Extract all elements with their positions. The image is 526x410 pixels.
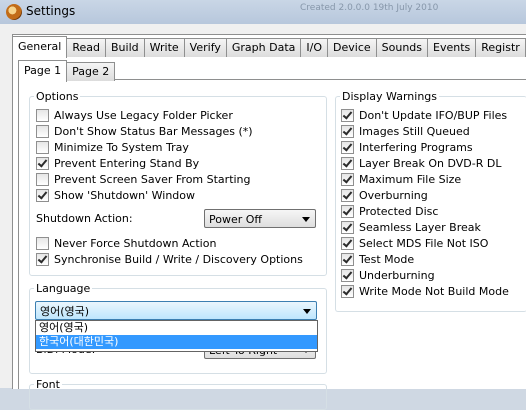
- checkbox-label: Never Force Shutdown Action: [54, 237, 217, 250]
- checkbox-box[interactable]: [341, 237, 354, 250]
- checkbox-label: Don't Show Status Bar Messages (*): [54, 125, 253, 138]
- tab-registr[interactable]: Registr: [475, 38, 526, 57]
- checkbox-label: Always Use Legacy Folder Picker: [54, 109, 233, 122]
- tab-verify[interactable]: Verify: [183, 38, 227, 57]
- subtab-page-1[interactable]: Page 1: [18, 60, 68, 82]
- checkbox-don-t-show-status-bar-messages[interactable]: Don't Show Status Bar Messages (*): [36, 125, 253, 138]
- language-dropdown-list: 영어(영국) 한국어(대한민국): [35, 320, 318, 352]
- checkbox-never-force-shutdown-action[interactable]: Never Force Shutdown Action: [36, 237, 216, 250]
- checkbox-always-use-legacy-folder-picker[interactable]: Always Use Legacy Folder Picker: [36, 109, 233, 122]
- checkbox-label: Interfering Programs: [359, 141, 473, 154]
- checkbox-label: Seamless Layer Break: [359, 221, 481, 234]
- checkbox-box[interactable]: [36, 173, 49, 186]
- checkbox-label: Test Mode: [359, 253, 415, 266]
- checkbox-box[interactable]: [341, 109, 354, 122]
- tab-sounds[interactable]: Sounds: [375, 38, 429, 57]
- tab-build[interactable]: Build: [105, 38, 145, 57]
- checkbox-minimize-to-system-tray[interactable]: Minimize To System Tray: [36, 141, 189, 154]
- checkbox-box[interactable]: [341, 125, 354, 138]
- checkbox-underburning[interactable]: Underburning: [341, 269, 435, 282]
- checkbox-box[interactable]: [341, 221, 354, 234]
- tab-i-o[interactable]: I/O: [300, 38, 329, 57]
- checkbox-interfering-programs[interactable]: Interfering Programs: [341, 141, 473, 154]
- checkbox-label: Maximum File Size: [359, 173, 462, 186]
- checkbox-show-shutdown-window[interactable]: Show 'Shutdown' Window: [36, 189, 195, 202]
- checkbox-label: Prevent Entering Stand By: [54, 157, 200, 170]
- checkbox-label: Write Mode Not Build Mode: [359, 285, 509, 298]
- display-warnings-legend: Display Warnings: [342, 90, 437, 103]
- tab-general[interactable]: General: [12, 36, 68, 58]
- checkbox-box[interactable]: [36, 157, 49, 170]
- shutdown-action-value: Power Off: [209, 213, 262, 226]
- checkbox-select-mds-file-not-iso[interactable]: Select MDS File Not ISO: [341, 237, 488, 250]
- checkbox-label: Synchronise Build / Write / Discovery Op…: [54, 253, 303, 266]
- title-bar: Settings Created 2.0.0.0 19th July 2010: [0, 0, 526, 24]
- tab-read[interactable]: Read: [66, 38, 106, 57]
- checkbox-don-t-update-ifo-bup-files[interactable]: Don't Update IFO/BUP Files: [341, 109, 507, 122]
- tab-write[interactable]: Write: [143, 38, 185, 57]
- checkbox-box[interactable]: [341, 253, 354, 266]
- checkbox-images-still-queued[interactable]: Images Still Queued: [341, 125, 470, 138]
- checkbox-box[interactable]: [36, 237, 49, 250]
- checkbox-label: Layer Break On DVD-R DL: [359, 157, 502, 170]
- checkbox-prevent-entering-stand-by[interactable]: Prevent Entering Stand By: [36, 157, 199, 170]
- sub-tab-strip: Page 1 Page 2: [18, 60, 116, 82]
- tab-events[interactable]: Events: [427, 38, 477, 57]
- checkbox-label: Show 'Shutdown' Window: [54, 189, 196, 202]
- main-tab-strip: General Read Build Write Verify Graph Data I/O…: [12, 36, 526, 58]
- checkbox-label: Underburning: [359, 269, 435, 282]
- language-option[interactable]: 한국어(대한민국): [36, 335, 317, 349]
- checkbox-box[interactable]: [36, 141, 49, 154]
- checkbox-label: Don't Update IFO/BUP Files: [359, 109, 508, 122]
- checkbox-label: Images Still Queued: [359, 125, 470, 138]
- tab-device[interactable]: Device: [327, 38, 377, 57]
- checkbox-label: Minimize To System Tray: [54, 141, 189, 154]
- checkbox-box[interactable]: [36, 253, 49, 266]
- checkbox-box[interactable]: [341, 141, 354, 154]
- checkbox-box[interactable]: [36, 109, 49, 122]
- language-option[interactable]: 영어(영국): [36, 321, 317, 335]
- language-select[interactable]: 영어(영국): [35, 301, 317, 320]
- app-logo-icon: [6, 4, 22, 20]
- checkbox-label: Select MDS File Not ISO: [359, 237, 489, 250]
- checkbox-layer-break-on-dvd-r-dl[interactable]: Layer Break On DVD-R DL: [341, 157, 501, 170]
- checkbox-write-mode-not-build-mode[interactable]: Write Mode Not Build Mode: [341, 285, 509, 298]
- subtab-page-2[interactable]: Page 2: [66, 62, 116, 81]
- checkbox-box[interactable]: [341, 157, 354, 170]
- checkbox-box[interactable]: [36, 125, 49, 138]
- language-legend: Language: [36, 282, 91, 295]
- checkbox-overburning[interactable]: Overburning: [341, 189, 428, 202]
- checkbox-seamless-layer-break[interactable]: Seamless Layer Break: [341, 221, 481, 234]
- checkbox-box[interactable]: [341, 269, 354, 282]
- checkbox-test-mode[interactable]: Test Mode: [341, 253, 414, 266]
- checkbox-maximum-file-size[interactable]: Maximum File Size: [341, 173, 461, 186]
- shutdown-action-select[interactable]: Power Off: [204, 209, 316, 228]
- checkbox-label: Overburning: [359, 189, 428, 202]
- font-legend: Font: [36, 378, 60, 391]
- font-group: Font: [29, 378, 327, 410]
- checkbox-prevent-screen-saver-from-starting[interactable]: Prevent Screen Saver From Starting: [36, 173, 251, 186]
- window-title: Settings: [26, 4, 76, 18]
- shutdown-action-label: Shutdown Action:: [36, 212, 133, 225]
- checkbox-box[interactable]: [341, 189, 354, 202]
- background-window-text: Created 2.0.0.0 19th July 2010: [300, 3, 439, 13]
- checkbox-box[interactable]: [36, 189, 49, 202]
- chevron-down-icon: [303, 309, 311, 314]
- checkbox-label: Protected Disc: [359, 205, 439, 218]
- checkbox-box[interactable]: [341, 205, 354, 218]
- checkbox-label: Prevent Screen Saver From Starting: [54, 173, 251, 186]
- checkbox-synchronise-build-write-discovery-options[interactable]: Synchronise Build / Write / Discovery Op…: [36, 253, 303, 266]
- chevron-down-icon: [302, 217, 310, 222]
- language-selected-value: 영어(영국): [40, 305, 90, 318]
- checkbox-box[interactable]: [341, 173, 354, 186]
- checkbox-box[interactable]: [341, 285, 354, 298]
- tab-graph-data[interactable]: Graph Data: [225, 38, 302, 57]
- options-legend: Options: [36, 90, 79, 103]
- checkbox-protected-disc[interactable]: Protected Disc: [341, 205, 438, 218]
